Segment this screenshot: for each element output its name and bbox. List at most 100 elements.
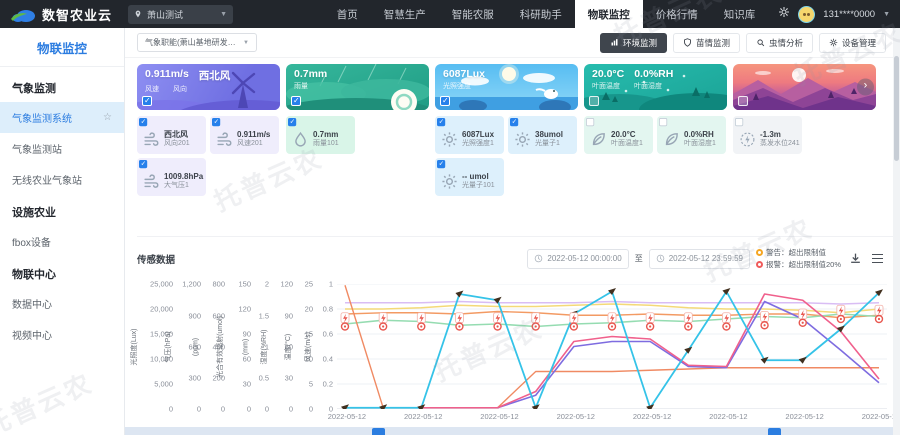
download-button[interactable]	[847, 251, 863, 267]
raindrop-icon	[292, 131, 309, 148]
location-select[interactable]: 萧山测试 ▼	[128, 5, 233, 24]
card-readings: 0.7mm 雨量	[294, 68, 327, 91]
sensor-chip-leaf-temperature[interactable]: 20.0°C 叶面温度1	[584, 116, 653, 154]
nav-item-iot-monitoring[interactable]: 物联监控	[575, 0, 643, 28]
card-label: 风向	[173, 84, 187, 94]
sensor-value: 0.0%RH	[684, 130, 716, 140]
divider	[0, 66, 124, 67]
nav-item-home[interactable]: 首页	[324, 0, 371, 28]
sensor-chip-evaporation-level[interactable]: -1.3m 蒸发水位241	[733, 116, 802, 154]
weather-card-leaf[interactable]: 20.0°C 0.0%RH 叶面温度 叶面湿度	[584, 64, 727, 110]
alarm-dot-icon	[756, 261, 763, 268]
cutoff-checkbox[interactable]	[372, 428, 385, 435]
y-axis-unit: 湿度(%RH)	[259, 329, 269, 364]
sensor-checkbox[interactable]	[735, 118, 743, 126]
sensor-checkbox[interactable]	[139, 118, 147, 126]
sidebar-item-fbox[interactable]: fbox设备	[0, 226, 124, 257]
x-axis-label: 2022-05-12	[404, 412, 442, 421]
device-select-value: 气象职能(萧山基地研发用勿动	[145, 37, 239, 48]
alarm-legend-label: 报警：超出限制值20%	[766, 259, 841, 271]
sensor-checkbox[interactable]	[586, 118, 594, 126]
sidebar-item-data-center[interactable]: 数据中心	[0, 288, 124, 319]
weather-card-wind[interactable]: 0.911m/s 西北风 风速 风向	[137, 64, 280, 110]
date-range-to-label: 至	[635, 253, 643, 264]
nav-item-production[interactable]: 智慧生产	[371, 0, 439, 28]
sensor-value: 0.7mm	[313, 130, 339, 140]
tab-label: 苗情监测	[696, 37, 730, 49]
card-checkbox[interactable]	[738, 96, 748, 106]
card-checkbox[interactable]	[440, 96, 450, 106]
cutoff-checkbox[interactable]	[768, 428, 781, 435]
user-menu-chevron-icon[interactable]: ▼	[883, 11, 890, 18]
chart-menu-button[interactable]	[869, 251, 885, 267]
scrollbar-thumb[interactable]	[894, 56, 899, 161]
card-label: 叶面湿度	[634, 81, 662, 91]
weather-card-rain[interactable]: 0.7mm 雨量	[286, 64, 429, 110]
sidebar-item-wireless-station[interactable]: 无线农业气象站	[0, 164, 124, 195]
sensor-chip-wind-speed[interactable]: 0.911m/s 风速201	[210, 116, 279, 154]
date-from-input[interactable]: 2022-05-12 00:00:00	[527, 249, 628, 269]
nav-item-services[interactable]: 智能农服	[439, 0, 507, 28]
sensor-checkbox[interactable]	[139, 160, 147, 168]
sensor-checkbox[interactable]	[212, 118, 220, 126]
chart-plot	[337, 284, 887, 409]
y-axis-tick: 2	[265, 280, 269, 289]
sidebar-item-weather-station[interactable]: 气象监测站	[0, 133, 124, 164]
y-axis-unit: (mm)	[243, 339, 250, 355]
sensor-column-sunset: › -1.3m 蒸发水位241	[733, 64, 878, 154]
sensor-checkbox[interactable]	[510, 118, 518, 126]
date-to-input[interactable]: 2022-05-12 23:59:59	[649, 249, 750, 269]
weather-card-light[interactable]: 6087Lux 光照强度	[435, 64, 578, 110]
alarm-circle-dot	[535, 326, 537, 328]
sidebar-item-video-center[interactable]: 视频中心	[0, 319, 124, 350]
card-checkbox[interactable]	[291, 96, 301, 106]
weather-card-sunset[interactable]: ›	[733, 64, 876, 110]
card-value: 0.0%RH	[634, 68, 673, 80]
sensor-checkbox[interactable]	[437, 160, 445, 168]
sensor-column-leaf: 20.0°C 0.0%RH 叶面温度 叶面湿度 20.0°C	[584, 64, 729, 154]
sensor-chip-air-pressure[interactable]: 1009.8hPa 大气压1	[137, 158, 206, 196]
sensor-label: 风速201	[237, 140, 270, 149]
sensor-checkbox[interactable]	[659, 118, 667, 126]
sensor-checkbox[interactable]	[288, 118, 296, 126]
device-select[interactable]: 气象职能(萧山基地研发用勿动 ▼	[137, 33, 257, 52]
sensor-chip-quantum-1[interactable]: 38umol 光量子1	[508, 116, 577, 154]
sensor-chip-wind-direction[interactable]: 西北风 风向201	[137, 116, 206, 154]
sun-icon	[441, 131, 458, 148]
date-from-value: 2022-05-12 00:00:00	[547, 254, 621, 263]
menu-icon	[872, 254, 883, 263]
y-axis-tick: 25	[305, 280, 313, 289]
tab-seedling-monitoring[interactable]: 苗情监测	[673, 33, 740, 53]
warning-dot-icon	[756, 249, 763, 256]
carousel-next-button[interactable]: ›	[857, 79, 874, 96]
sidebar-group-weather: 气象监测	[0, 71, 124, 102]
y-axis-tick: 0.4	[323, 355, 333, 364]
settings-gear-icon[interactable]	[778, 5, 790, 23]
card-value: 0.911m/s	[145, 68, 189, 83]
sensor-chip-rainfall[interactable]: 0.7mm 雨量101	[286, 116, 355, 154]
sidebar-item-weather-system[interactable]: 气象监测系统 ☆	[0, 102, 124, 133]
favorite-star-icon[interactable]: ☆	[103, 112, 112, 123]
nav-item-research[interactable]: 科研助手	[507, 0, 575, 28]
vertical-scrollbar[interactable]	[893, 28, 900, 435]
alarm-circle-dot	[687, 326, 689, 328]
sensor-value: 6087Lux	[462, 130, 494, 140]
user-phone[interactable]: 131****0000	[823, 9, 875, 20]
nav-item-prices[interactable]: 价格行情	[643, 0, 711, 28]
sensor-chip-light-intensity[interactable]: 6087Lux 光照强度1	[435, 116, 504, 154]
card-checkbox[interactable]	[589, 96, 599, 106]
tab-environment-monitoring[interactable]: 环境监测	[600, 33, 667, 53]
user-avatar[interactable]	[798, 6, 815, 23]
sensor-chip-quantum-101[interactable]: -- umol 光量子101	[435, 158, 504, 196]
sensor-chip-leaf-humidity[interactable]: 0.0%RH 叶面湿度1	[657, 116, 726, 154]
sensor-checkbox[interactable]	[437, 118, 445, 126]
page: 数智农业云 萧山测试 ▼ 首页 智慧生产 智能农服 科研助手 物联监控 价格行情…	[0, 0, 900, 435]
alarm-circle-dot	[496, 326, 498, 328]
tab-device-management[interactable]: 设备管理	[819, 33, 886, 53]
nav-item-knowledge[interactable]: 知识库	[711, 0, 769, 28]
sensor-label: 光照强度1	[462, 140, 494, 149]
sensor-chips: 0.7mm 雨量101	[286, 116, 429, 154]
triangle-marker	[722, 288, 730, 295]
card-checkbox[interactable]	[142, 96, 152, 106]
tab-pest-analysis[interactable]: 虫情分析	[746, 33, 813, 53]
